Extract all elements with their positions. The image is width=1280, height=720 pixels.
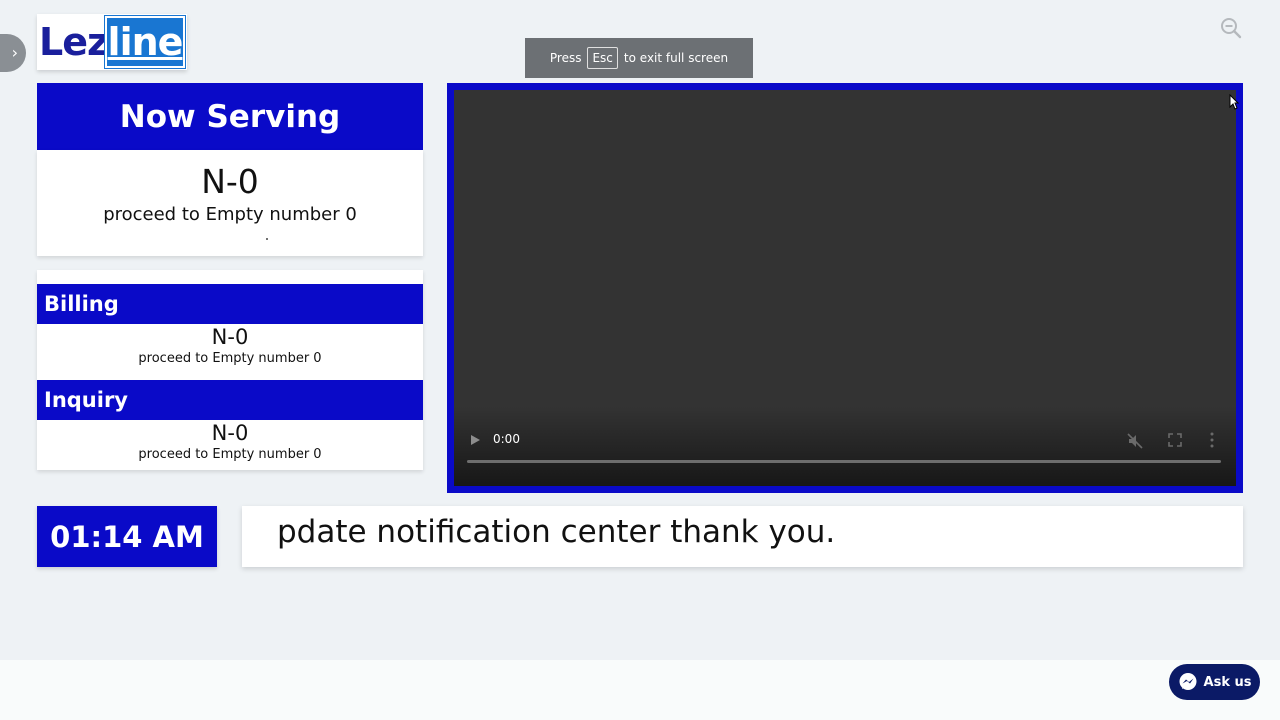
queue-list: Billing N-0 proceed to Empty number 0 In… xyxy=(37,270,423,470)
now-serving-title: Now Serving xyxy=(37,83,423,150)
logo-text-part2: line xyxy=(105,16,185,68)
zoom-out-icon[interactable] xyxy=(1219,16,1243,40)
brand-logo: Lez line xyxy=(37,14,187,70)
queue-inquiry-message: proceed to Empty number 0 xyxy=(138,447,322,462)
now-serving-message: proceed to Empty number 0 xyxy=(103,204,357,225)
ask-us-label: Ask us xyxy=(1203,674,1252,690)
more-vertical-icon[interactable] xyxy=(1210,432,1214,448)
fullscreen-notice: Press Esc to exit full screen xyxy=(525,38,753,78)
sidebar-toggle-button[interactable]: › xyxy=(0,34,26,72)
queue-billing-number: N-0 xyxy=(211,325,249,349)
ask-us-chat-button[interactable]: Ask us xyxy=(1169,664,1260,700)
queue-inquiry-title: Inquiry xyxy=(37,380,423,420)
now-serving-number: N-0 xyxy=(201,162,259,201)
muted-speaker-icon[interactable] xyxy=(1127,433,1143,449)
fullscreen-icon[interactable] xyxy=(1168,433,1182,447)
footer-strip xyxy=(0,660,1280,720)
queue-inquiry-number: N-0 xyxy=(211,421,249,445)
logo-text-part1: Lez xyxy=(39,20,109,64)
fullscreen-notice-key: Esc xyxy=(587,47,618,69)
fullscreen-notice-suffix: to exit full screen xyxy=(623,51,729,65)
queue-billing-title: Billing xyxy=(37,284,423,324)
messenger-icon xyxy=(1179,673,1197,690)
play-icon[interactable] xyxy=(469,434,481,446)
video-player[interactable]: 0:00 xyxy=(454,90,1236,486)
mouse-cursor-icon xyxy=(1229,94,1239,110)
queue-billing-message: proceed to Empty number 0 xyxy=(138,351,322,366)
fullscreen-notice-prefix: Press xyxy=(549,51,582,65)
video-frame: 0:00 xyxy=(447,83,1243,493)
video-progress-track[interactable] xyxy=(467,460,1221,463)
separator-dot xyxy=(266,238,268,240)
chevron-right-icon: › xyxy=(11,43,18,62)
now-serving-card: N-0 proceed to Empty number 0 xyxy=(37,150,423,256)
video-controls-gradient xyxy=(454,406,1236,486)
ticker-text: pdate notification center thank you. xyxy=(277,514,836,550)
announcement-ticker: pdate notification center thank you. xyxy=(242,506,1243,567)
clock-display: 01:14 AM xyxy=(37,506,217,567)
video-time: 0:00 xyxy=(493,432,520,446)
